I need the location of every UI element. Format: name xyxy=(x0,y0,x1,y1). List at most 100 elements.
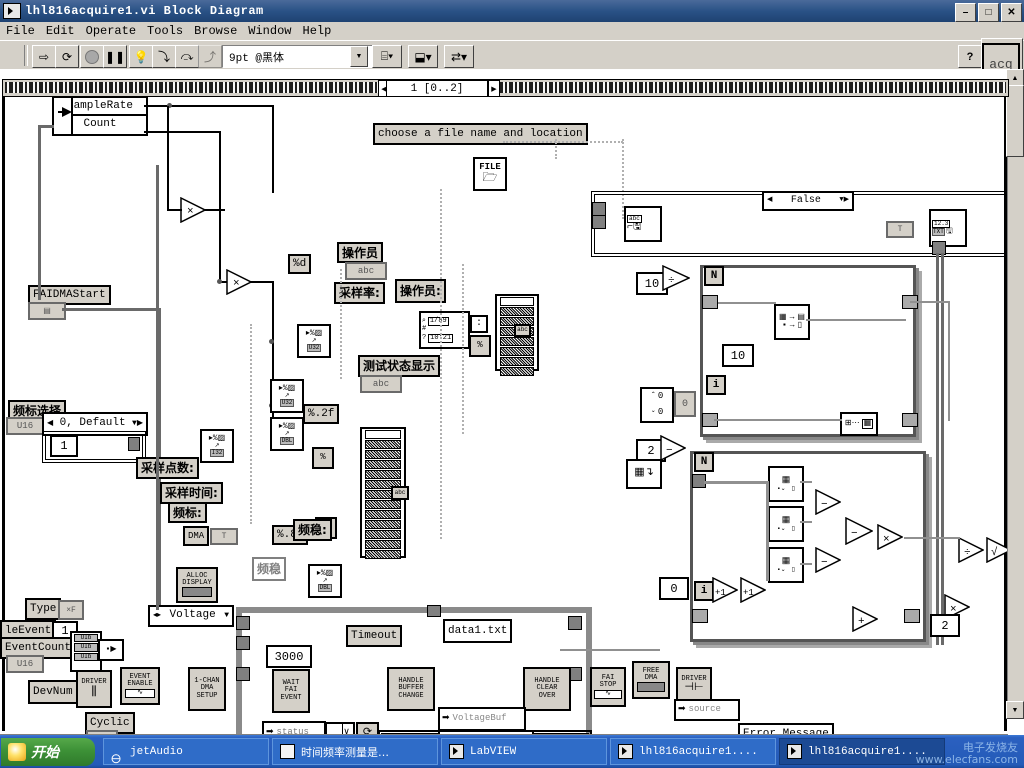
freq-mark-u16-terminal[interactable]: U16 xyxy=(6,417,44,435)
multiply-function-1[interactable]: × xyxy=(180,197,206,223)
event-count-u16-terminal[interactable]: U16 xyxy=(6,655,44,673)
handle-clear-over-subvi[interactable]: HANDLE CLEAR OVER xyxy=(523,667,571,711)
format-into-string-dbl-a[interactable]: ▸%▨ ↗ DBL xyxy=(270,417,304,451)
constant-ten-b[interactable]: 10 xyxy=(722,344,754,367)
increment-function-1[interactable]: +1 xyxy=(712,577,738,603)
dma-boolean-terminal[interactable]: T xyxy=(210,528,238,545)
fai-stop-subvi[interactable]: FAI STOP ∿ xyxy=(590,667,626,707)
index-array-function[interactable]: ⊞⋯ ▦ xyxy=(840,412,878,436)
case-false-right-arrow-icon[interactable]: ▼▶ xyxy=(839,196,849,204)
wait-fai-event-subvi[interactable]: WAIT FAI EVENT xyxy=(272,669,310,713)
array-subset-function[interactable]: ▦ → ▤ ▪ → ▯ xyxy=(774,304,810,340)
driver-open-subvi[interactable]: DRIVER ⫼ xyxy=(76,670,112,708)
freq-stability-indicator[interactable]: 频稳 xyxy=(252,557,287,581)
ring-left-arrow-icon[interactable]: ◀ xyxy=(47,419,53,428)
increment-function-2[interactable]: +1 xyxy=(740,577,766,603)
format-into-string-u32-b[interactable]: ▸%▨ ↗ U32 xyxy=(270,379,304,413)
subtract-function-2[interactable]: − xyxy=(815,489,841,515)
block-diagram-canvas[interactable]: SampleRate Count × × FAIDMAStart ▤ choos… xyxy=(0,69,1024,735)
loop-count-terminal-N-2[interactable]: N xyxy=(694,452,714,472)
menu-item-operate[interactable]: Operate xyxy=(86,24,136,38)
handle-buffer-change-subvi[interactable]: HANDLE BUFFER CHANGE xyxy=(387,667,435,711)
index-array-1[interactable]: ▦ ▪⌄ ▯ xyxy=(768,466,804,502)
number-to-string-function[interactable]: % xyxy=(469,335,491,357)
index-array-3[interactable]: ▦ ▪⌄ ▯ xyxy=(768,547,804,583)
taskbar-item-labview[interactable]: LabVIEW xyxy=(441,738,607,765)
array-reshape-function[interactable]: ▦↴ xyxy=(626,459,662,489)
file-dialog-function[interactable]: FILE 🗁 xyxy=(473,157,507,191)
data-file-constant[interactable]: data1.txt xyxy=(443,619,513,643)
constant-two-b[interactable]: 2 xyxy=(930,614,960,637)
maximize-button[interactable]: □ xyxy=(978,3,999,22)
start-button[interactable]: 开始 xyxy=(1,737,95,766)
loop-count-terminal-N[interactable]: N xyxy=(704,266,724,286)
abort-icon[interactable] xyxy=(80,45,104,68)
numeric-pair-control[interactable]: ⌃ 0 ⌄ 0 xyxy=(640,387,674,423)
run-arrow-icon[interactable]: ⇨ xyxy=(32,45,56,68)
vertical-scrollbar[interactable]: ▲ ▼ xyxy=(1006,69,1024,719)
case-false-left-arrow-icon[interactable]: ◀ xyxy=(767,196,772,204)
test-status-indicator[interactable]: abc xyxy=(360,375,402,393)
close-button[interactable]: ✕ xyxy=(1001,3,1022,22)
step-into-icon[interactable]: ⤵ xyxy=(152,45,176,68)
chan-dma-setup-subvi[interactable]: 1-CHAN DMA SETUP xyxy=(188,667,226,711)
format-into-string-dbl-b[interactable]: ▸%▨ ↗ DBL xyxy=(308,564,342,598)
boolean-true-constant[interactable]: T xyxy=(886,221,914,238)
constant-zero-lower[interactable]: 0 xyxy=(659,577,689,600)
subtract-function-4[interactable]: − xyxy=(845,517,873,545)
menu-item-browse[interactable]: Browse xyxy=(194,24,237,38)
shift-register-lower-right[interactable] xyxy=(904,609,920,623)
operator-string-control[interactable]: abc xyxy=(345,262,387,280)
voltage-dropdown-icon[interactable]: ▼ xyxy=(224,611,229,620)
multiply-function-3[interactable]: × xyxy=(877,524,903,550)
step-over-icon[interactable]: ⤼ xyxy=(175,45,199,68)
zero-constant-gray[interactable]: 0 xyxy=(674,391,696,417)
taskbar-item-document[interactable]: 时间频率测量是… xyxy=(272,738,438,765)
fai-dma-start-control[interactable]: ▤ xyxy=(28,302,66,320)
format-into-string-i32[interactable]: ▸%▨ ↗ I32 xyxy=(200,429,234,463)
ring-dropdown-icon[interactable]: ▼▶ xyxy=(132,419,143,428)
scroll-down-icon[interactable]: ▼ xyxy=(1006,701,1024,719)
write-file-function[interactable]: abc ⌐🖫 xyxy=(624,206,662,242)
distribute-objects-icon[interactable]: ⬓▾ xyxy=(408,45,438,68)
shift-register-right-bottom[interactable] xyxy=(902,413,918,427)
voltage-ring-control[interactable]: ◂▸ Voltage ▼ xyxy=(148,605,234,627)
divide-function-2[interactable]: ÷ xyxy=(958,537,984,563)
source-indicator[interactable]: ➡ source xyxy=(674,699,740,721)
run-continuous-icon[interactable]: ⟳ xyxy=(55,45,79,68)
case-selector-false[interactable]: ◀ False ▼▶ xyxy=(762,191,854,211)
reorder-icon[interactable]: ⇄▾ xyxy=(444,45,474,68)
highlight-execution-icon[interactable]: 💡 xyxy=(129,45,153,68)
menu-item-tools[interactable]: Tools xyxy=(147,24,183,38)
divide-function-1[interactable]: ÷ xyxy=(662,265,690,291)
format-into-string-u32-a[interactable]: ▸%▨ ↗ U32 xyxy=(297,324,331,358)
timeout-constant[interactable]: 3000 xyxy=(266,645,312,668)
align-objects-icon[interactable]: ⌸▾ xyxy=(372,45,402,68)
driver-close-subvi[interactable]: DRIVER ⊣⊢ xyxy=(676,667,712,703)
multiply-function-2[interactable]: × xyxy=(226,269,252,295)
sequence-frame-selector[interactable]: 1 [0..2] xyxy=(386,80,488,97)
default-enum-ring[interactable]: ◀ 0, Default ▼▶ xyxy=(42,412,148,436)
subtract-function-1[interactable]: − xyxy=(660,435,686,461)
number-to-string-function-2[interactable]: % xyxy=(312,447,334,469)
add-function-1[interactable]: + xyxy=(852,606,878,632)
index-array-2[interactable]: ▦ ▪⌄ ▯ xyxy=(768,506,804,542)
menu-item-help[interactable]: Help xyxy=(303,24,332,38)
menu-item-edit[interactable]: Edit xyxy=(46,24,75,38)
shift-register-left-top[interactable] xyxy=(702,295,718,309)
voltage-left-arrow-icon[interactable]: ◂▸ xyxy=(153,611,161,620)
status-indicator[interactable]: ➡ status xyxy=(262,721,326,735)
pause-icon[interactable]: ❚❚ xyxy=(103,45,127,68)
menu-item-file[interactable]: File xyxy=(6,24,35,38)
type-terminal[interactable]: ×F xyxy=(58,600,84,620)
alloc-display-subvi[interactable]: ALLOC DISPLAY xyxy=(176,567,218,603)
menu-item-window[interactable]: Window xyxy=(248,24,291,38)
free-dma-subvi[interactable]: FREE DMA xyxy=(632,661,670,699)
voltage-buf-indicator-outer[interactable]: ➡ VoltageBuf xyxy=(438,707,526,731)
minimize-button[interactable]: – xyxy=(955,3,976,22)
step-out-icon[interactable]: ⤴ xyxy=(198,45,222,68)
shift-register-lower-left[interactable] xyxy=(692,609,708,623)
subtract-function-3[interactable]: − xyxy=(815,547,841,573)
sequence-next-arrow-icon[interactable]: ▶ xyxy=(488,80,500,97)
help-button[interactable]: ? xyxy=(958,45,982,68)
